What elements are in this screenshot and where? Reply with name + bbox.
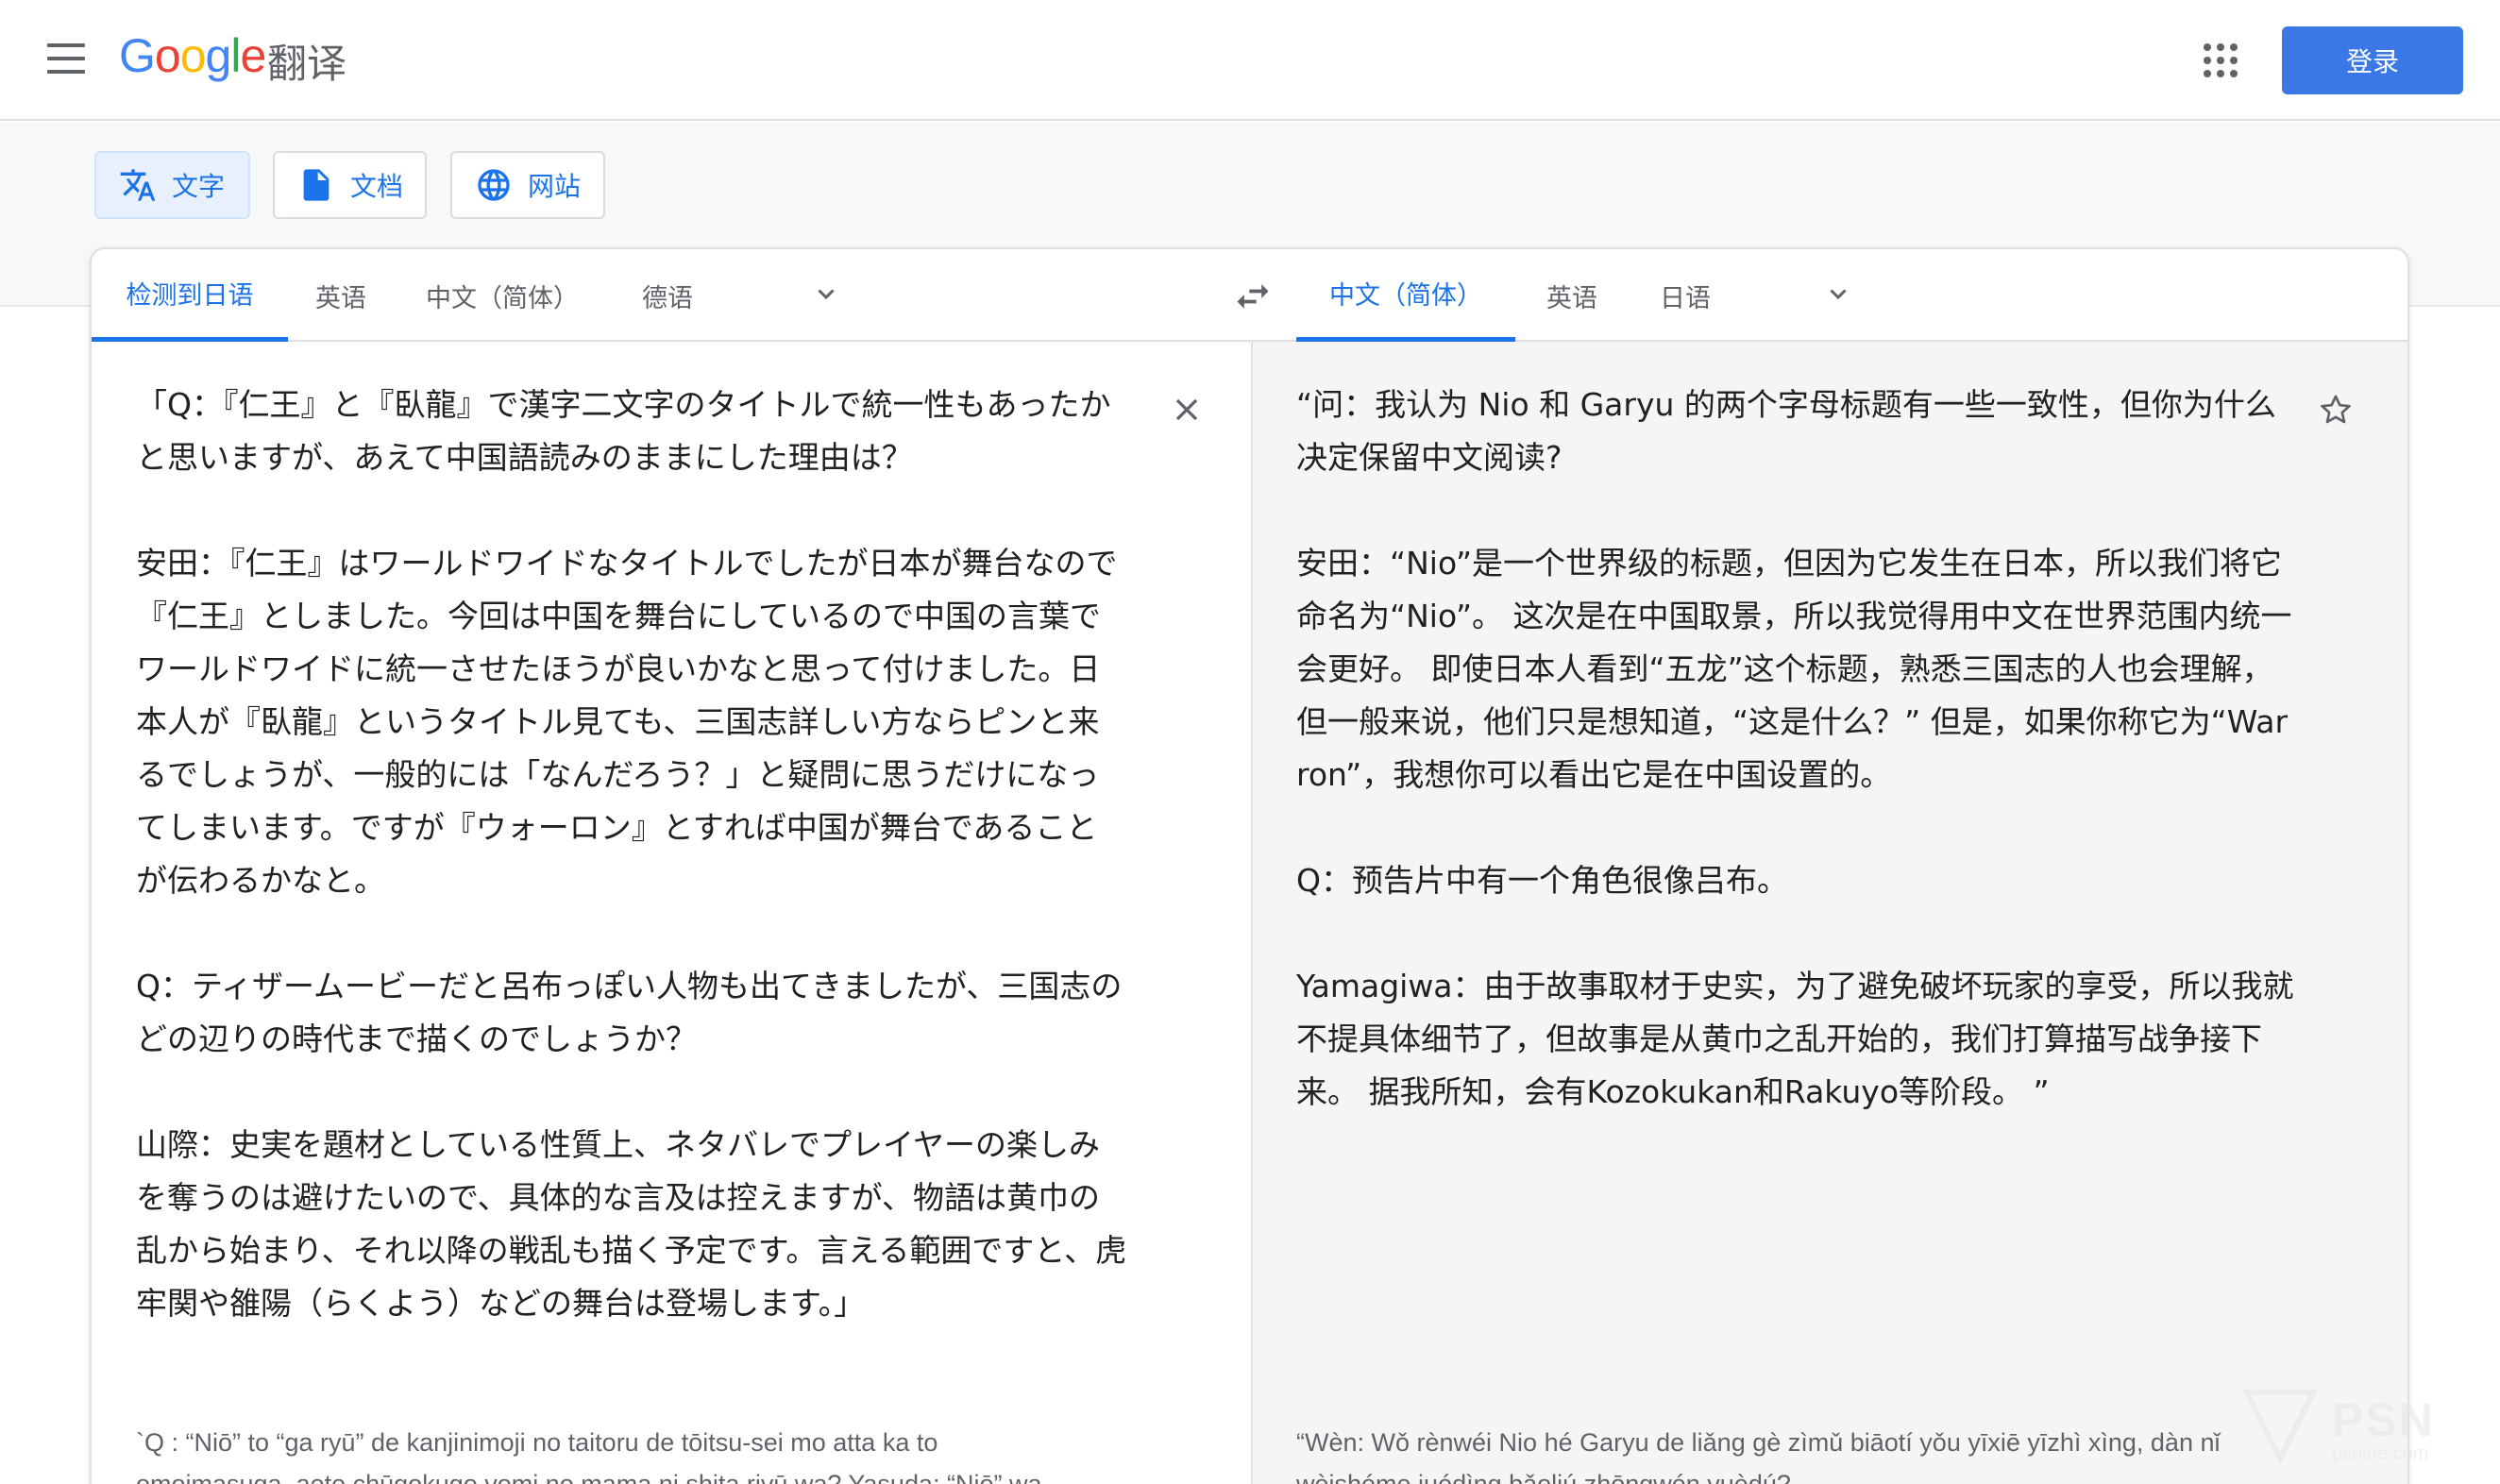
apps-grid-icon[interactable] bbox=[2204, 43, 2238, 77]
swap-languages-icon[interactable] bbox=[1232, 276, 1274, 317]
menu-icon[interactable] bbox=[47, 43, 85, 77]
target-lang-more-chevron-icon[interactable] bbox=[1821, 278, 1855, 312]
source-lang-detected-tab[interactable]: 检测到日语 bbox=[92, 249, 288, 342]
translation-card: 检测到日语 英语 中文（简体） 德语 中文（简体） 英语 日语 「Q：『仁王』と… bbox=[90, 247, 2409, 1484]
target-lang-japanese-tab[interactable]: 日语 bbox=[1638, 249, 1732, 342]
source-romanization: `Q : “Niō” to “ga ryū” de kanjinimoji no… bbox=[136, 1428, 1042, 1484]
google-logo[interactable]: Google bbox=[119, 28, 266, 83]
login-button[interactable]: 登录 bbox=[2282, 26, 2463, 94]
source-lang-more-chevron-icon[interactable] bbox=[809, 278, 843, 312]
source-lang-chinese-tab[interactable]: 中文（简体） bbox=[403, 249, 601, 342]
mode-text-label: 文字 bbox=[172, 171, 226, 202]
mode-document-button[interactable]: 文档 bbox=[273, 151, 427, 219]
top-app-bar: Google 翻译 登录 bbox=[0, 0, 2500, 121]
watermark-subtext: psnine.com bbox=[2332, 1443, 2429, 1464]
target-lang-chinese-tab[interactable]: 中文（简体） bbox=[1296, 249, 1515, 342]
translate-icon bbox=[120, 169, 156, 201]
mode-website-button[interactable]: 网站 bbox=[450, 151, 605, 219]
clear-source-close-icon[interactable] bbox=[1168, 391, 1206, 429]
product-name: 翻译 bbox=[267, 41, 347, 87]
watermark-text: PSN bbox=[2332, 1393, 2435, 1446]
document-icon bbox=[303, 169, 329, 201]
language-bar: 检测到日语 英语 中文（简体） 德语 中文（简体） 英语 日语 bbox=[92, 249, 2407, 342]
source-text-input[interactable]: 「Q：『仁王』と『臥龍』で漢字二文字のタイトルで統一性もあったかと思いますが、あ… bbox=[136, 379, 1127, 1330]
source-lang-english-tab[interactable]: 英语 bbox=[288, 249, 394, 342]
globe-icon bbox=[478, 169, 510, 201]
watermark-logo-icon bbox=[2242, 1390, 2318, 1465]
mode-website-label: 网站 bbox=[528, 171, 582, 202]
target-romanization: “Wèn: Wǒ rènwéi Nio hé Garyu de liǎng gè… bbox=[1296, 1428, 2221, 1484]
psnine-watermark: PSN psnine.com bbox=[2238, 1383, 2492, 1477]
save-translation-star-icon[interactable] bbox=[2317, 391, 2355, 429]
mode-text-button[interactable]: 文字 bbox=[94, 151, 250, 219]
target-lang-english-tab[interactable]: 英语 bbox=[1525, 249, 1619, 342]
translation-output-text: “问：我认为 Nio 和 Garyu 的两个字母标题有一些一致性，但你为什么决定… bbox=[1296, 386, 2294, 1110]
mode-document-label: 文档 bbox=[350, 171, 404, 202]
source-lang-german-tab[interactable]: 德语 bbox=[620, 249, 715, 342]
